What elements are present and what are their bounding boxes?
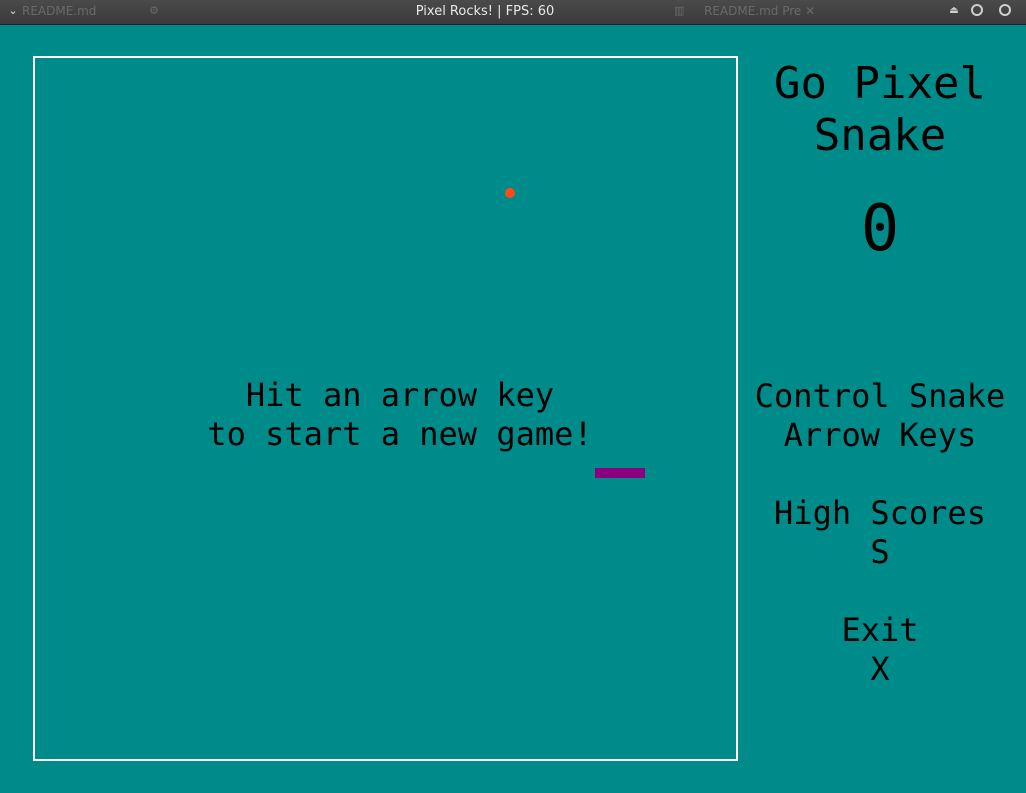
maximize-icon [999,4,1011,16]
game-title-line2: Snake [813,110,947,161]
title-bar: ⌄ README.md ⚙ Pixel Rocks! | FPS: 60 ▥ R… [0,0,1026,25]
controls-label: Control Snake [754,377,1006,415]
game-title: Go Pixel Snake [738,58,1022,162]
close-tab-icon: ✕ [805,4,816,18]
controls-value: Arrow Keys [783,416,977,454]
exit-info: Exit X [738,611,1022,689]
book-icon: ▥ [674,4,685,17]
score-display: 0 [860,192,900,266]
high-scores-key: S [870,533,890,571]
food-pellet [505,188,515,198]
minimize-button[interactable] [970,4,984,18]
game-window: ⌄ README.md ⚙ Pixel Rocks! | FPS: 60 ▥ R… [0,0,1026,793]
high-scores-info: High Scores S [738,494,1022,572]
high-scores-label: High Scores [774,494,986,532]
background-tab-readme-preview: README.md Pre ✕ [704,4,816,18]
controls-info: Control Snake Arrow Keys [738,377,1022,455]
game-title-line1: Go Pixel [774,58,986,109]
start-message: Hit an arrow key to start a new game! [120,376,680,454]
exit-key: X [870,650,890,688]
start-message-line2: to start a new game! [207,415,593,453]
minimize-icon [971,4,983,16]
maximize-button[interactable] [998,4,1012,18]
eject-icon[interactable]: ⏏ [947,4,961,18]
window-title: Pixel Rocks! | FPS: 60 [415,4,555,19]
snake [595,468,645,478]
start-message-line1: Hit an arrow key [245,376,555,414]
exit-label: Exit [841,611,919,649]
